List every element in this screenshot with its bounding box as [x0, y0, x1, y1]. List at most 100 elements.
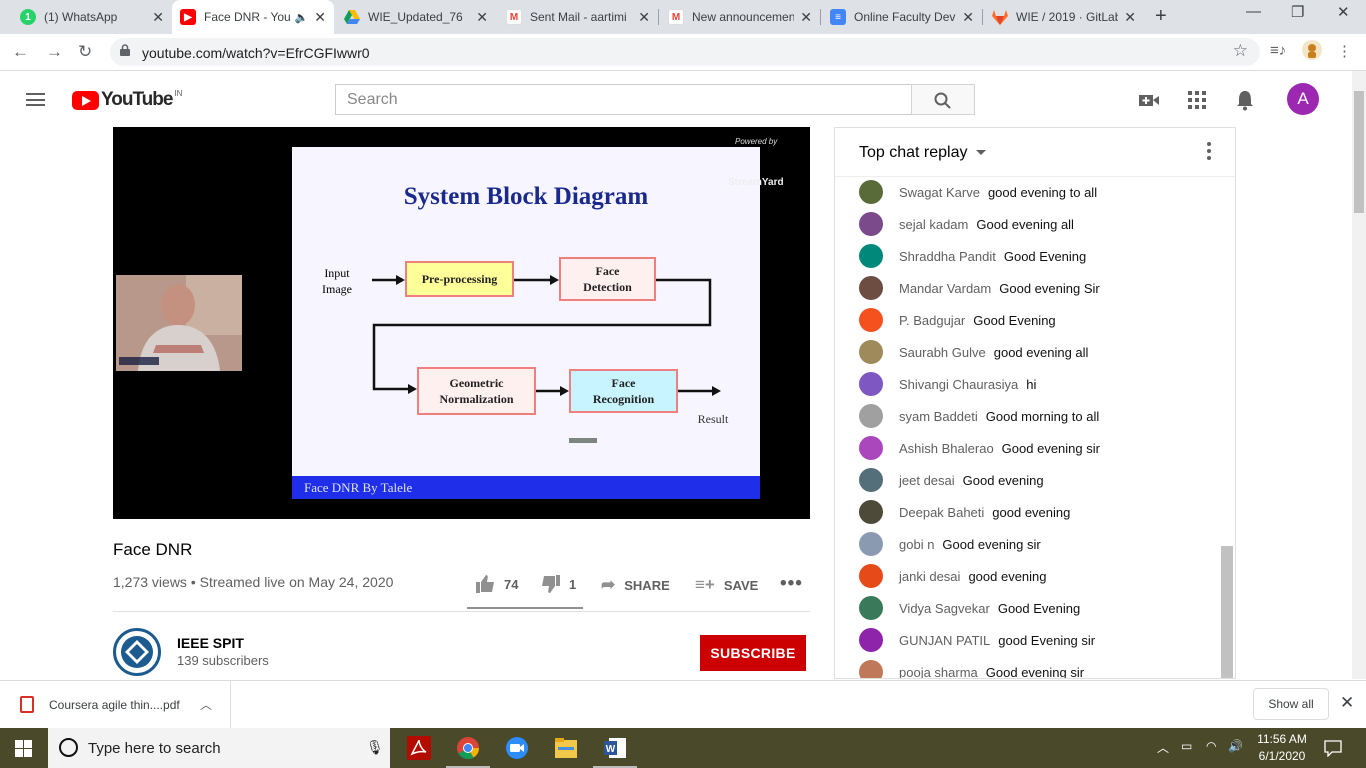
close-tab-icon[interactable]: ✕ — [314, 9, 326, 26]
speaker-icon[interactable]: 🔈 — [295, 11, 309, 24]
chat-author-name[interactable]: Vidya Sagvekar — [899, 601, 990, 616]
show-hidden-icons-chevron[interactable]: ︿ — [1157, 739, 1169, 756]
chat-author-name[interactable]: Shivangi Chaurasiya — [899, 377, 1018, 392]
chat-author-name[interactable]: P. Badgujar — [899, 313, 965, 328]
video-player[interactable]: System Block Diagram Input Image Pre-pro… — [113, 127, 810, 519]
chat-author-name[interactable]: pooja sharma — [899, 665, 978, 679]
file-explorer-icon[interactable] — [552, 734, 580, 762]
chat-user-avatar[interactable] — [859, 500, 883, 524]
chat-user-avatar[interactable] — [859, 404, 883, 428]
chat-user-avatar[interactable] — [859, 628, 883, 652]
notifications-bell-icon[interactable] — [1234, 89, 1256, 111]
windows-start-icon[interactable] — [15, 740, 32, 757]
zoom-icon[interactable] — [503, 734, 531, 762]
tab-google-drive[interactable]: WIE_Updated_76 ✕ — [336, 0, 496, 34]
restore-window-button[interactable]: ❐ — [1291, 3, 1304, 21]
chat-user-avatar[interactable] — [859, 340, 883, 364]
dropdown-caret-icon[interactable] — [976, 150, 986, 155]
chat-user-avatar[interactable] — [859, 532, 883, 556]
youtube-logo[interactable]: YouTube IN — [72, 89, 182, 111]
chat-scrollbar[interactable] — [1221, 546, 1233, 678]
chevron-up-icon[interactable]: ︿ — [200, 696, 212, 713]
chat-user-avatar[interactable] — [859, 308, 883, 332]
page-scrollbar-thumb[interactable] — [1354, 91, 1364, 213]
tab-google-forms[interactable]: ≡ Online Faculty Dev ✕ — [822, 0, 982, 34]
chat-user-avatar[interactable] — [859, 596, 883, 620]
close-shelf-icon[interactable]: ✕ — [1340, 693, 1354, 713]
more-actions-button[interactable]: ••• — [780, 573, 803, 595]
share-button[interactable]: ➦ SHARE — [601, 575, 670, 595]
close-tab-icon[interactable]: ✕ — [1124, 9, 1136, 26]
profile-avatar-icon[interactable] — [1302, 40, 1322, 64]
search-button[interactable] — [911, 84, 975, 115]
like-button[interactable]: 74 — [476, 575, 518, 593]
chat-user-avatar[interactable] — [859, 564, 883, 588]
chat-author-name[interactable]: Saurabh Gulve — [899, 345, 986, 360]
new-tab-button[interactable]: + — [1155, 5, 1167, 28]
tab-gmail-sent[interactable]: M Sent Mail - aartimi ✕ — [498, 0, 658, 34]
bookmark-star-icon[interactable]: ☆ — [1233, 41, 1248, 61]
wifi-icon[interactable]: ◠ — [1206, 739, 1216, 753]
chrome-icon[interactable] — [446, 734, 490, 768]
chrome-menu-icon[interactable]: ⋮ — [1337, 42, 1352, 60]
tab-gitlab[interactable]: WIE / 2019 · GitLab ✕ — [984, 0, 1144, 34]
show-all-downloads-button[interactable]: Show all — [1253, 688, 1329, 720]
download-item[interactable]: Coursera agile thin....pdf ︿ — [0, 681, 231, 729]
channel-name[interactable]: IEEE SPIT — [177, 635, 244, 651]
acrobat-reader-icon[interactable] — [405, 734, 433, 762]
chat-user-avatar[interactable] — [859, 468, 883, 492]
volume-icon[interactable]: 🔊 — [1228, 739, 1243, 753]
chat-author-name[interactable]: Shraddha Pandit — [899, 249, 996, 264]
microphone-icon[interactable]: 🎙 — [366, 739, 384, 756]
account-avatar[interactable]: A — [1287, 83, 1319, 115]
save-button[interactable]: ≡+ SAVE — [695, 575, 758, 595]
microsoft-word-icon[interactable]: W — [593, 734, 637, 768]
chat-user-avatar[interactable] — [859, 212, 883, 236]
chat-user-avatar[interactable] — [859, 244, 883, 268]
chat-user-avatar[interactable] — [859, 276, 883, 300]
channel-avatar[interactable] — [113, 628, 161, 676]
chat-author-name[interactable]: janki desai — [899, 569, 960, 584]
close-window-button[interactable]: ✕ — [1337, 3, 1350, 21]
chat-author-name[interactable]: gobi n — [899, 537, 934, 552]
search-input[interactable] — [336, 85, 911, 114]
create-video-icon[interactable] — [1138, 89, 1160, 111]
close-tab-icon[interactable]: ✕ — [476, 9, 488, 26]
forward-arrow-icon[interactable]: → — [46, 42, 63, 62]
action-center-icon[interactable] — [1324, 739, 1342, 757]
chat-author-name[interactable]: Ashish Bhalerao — [899, 441, 994, 456]
battery-icon[interactable]: ▭ — [1181, 739, 1192, 753]
chat-author-name[interactable]: sejal kadam — [899, 217, 968, 232]
tab-whatsapp[interactable]: 1 (1) WhatsApp ✕ — [12, 0, 172, 34]
address-bar[interactable]: youtube.com/watch?v=EfrCGFIwwr0 ☆ — [110, 38, 1260, 66]
subscribe-button[interactable]: SUBSCRIBE — [700, 635, 806, 671]
chat-user-avatar[interactable] — [859, 436, 883, 460]
chat-more-options-icon[interactable] — [1207, 142, 1211, 163]
hamburger-menu-icon[interactable] — [26, 93, 45, 106]
tab-gmail-announcement[interactable]: M New announcement ✕ — [660, 0, 820, 34]
back-arrow-icon[interactable]: ← — [12, 42, 29, 62]
chat-mode-label[interactable]: Top chat replay — [859, 144, 968, 162]
close-tab-icon[interactable]: ✕ — [152, 9, 164, 26]
close-tab-icon[interactable]: ✕ — [800, 9, 812, 26]
reload-icon[interactable]: ↻ — [78, 42, 92, 62]
chat-author-name[interactable]: Deepak Baheti — [899, 505, 984, 520]
chat-user-avatar[interactable] — [859, 372, 883, 396]
minimize-window-button[interactable]: — — [1246, 3, 1261, 20]
chat-author-name[interactable]: Mandar Vardam — [899, 281, 991, 296]
chat-author-name[interactable]: GUNJAN PATIL — [899, 633, 990, 648]
chat-author-name[interactable]: Swagat Karve — [899, 185, 980, 200]
page-scrollbar[interactable] — [1352, 71, 1366, 679]
chat-author-name[interactable]: jeet desai — [899, 473, 955, 488]
apps-grid-icon[interactable] — [1186, 89, 1208, 111]
chat-user-avatar[interactable] — [859, 660, 883, 678]
dislike-button[interactable]: 1 — [541, 575, 576, 593]
chat-user-avatar[interactable] — [859, 180, 883, 204]
chat-author-name[interactable]: syam Baddeti — [899, 409, 978, 424]
close-tab-icon[interactable]: ✕ — [638, 9, 650, 26]
close-tab-icon[interactable]: ✕ — [962, 9, 974, 26]
media-control-icon[interactable]: ≡♪ — [1270, 42, 1286, 59]
tab-youtube-active[interactable]: ▶ Face DNR - YouTube 🔈 ✕ — [172, 0, 334, 34]
system-clock[interactable]: 11:56 AM 6/1/2020 — [1252, 731, 1312, 765]
taskbar-search-box[interactable]: Type here to search 🎙 — [48, 728, 390, 768]
